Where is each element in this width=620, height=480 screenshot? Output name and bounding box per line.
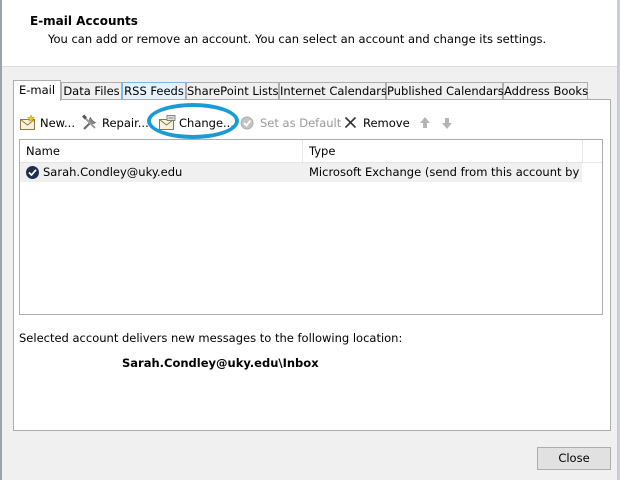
new-button-label: New... <box>40 116 75 130</box>
dialog-description: You can add or remove an account. You ca… <box>48 32 547 46</box>
move-up-button[interactable] <box>416 112 437 134</box>
repair-button-label: Repair... <box>102 116 149 130</box>
check-circle-icon <box>239 114 257 132</box>
tab-published-calendars[interactable]: Published Calendars <box>386 82 504 100</box>
repair-button[interactable]: Repair... <box>81 112 149 134</box>
change-account-icon <box>158 114 176 132</box>
remove-button-label: Remove <box>363 116 410 130</box>
arrow-down-icon <box>438 114 456 132</box>
tab-data-files[interactable]: Data Files <box>61 82 122 100</box>
tab-rss-feeds[interactable]: RSS Feeds <box>122 82 186 100</box>
set-as-default-label: Set as Default <box>260 116 342 130</box>
remove-button[interactable]: Remove <box>342 112 410 134</box>
column-header-type[interactable]: Type <box>303 140 584 162</box>
account-row[interactable]: Sarah.Condley@uky.edu Microsoft Exchange… <box>20 163 582 182</box>
change-button[interactable]: Change... <box>158 112 234 134</box>
column-header-name[interactable]: Name <box>20 140 302 162</box>
dialog-title: E-mail Accounts <box>30 14 138 28</box>
x-remove-icon <box>342 114 360 132</box>
dialog-header: E-mail Accounts You can add or remove an… <box>2 0 617 67</box>
move-down-button[interactable] <box>438 112 459 134</box>
default-account-check-icon <box>25 165 40 180</box>
window-frame-left <box>0 0 2 480</box>
new-account-envelope-icon <box>19 114 37 132</box>
new-button[interactable]: New... <box>19 112 75 134</box>
column-separator <box>582 140 583 162</box>
repair-tools-icon <box>81 114 99 132</box>
change-button-label: Change... <box>179 116 234 130</box>
tab-sharepoint-lists[interactable]: SharePoint Lists <box>186 82 279 100</box>
tab-internet-calendars[interactable]: Internet Calendars <box>279 82 387 100</box>
tab-address-books[interactable]: Address Books <box>503 82 588 100</box>
arrow-up-icon <box>416 114 434 132</box>
set-as-default-button[interactable]: Set as Default <box>239 112 341 134</box>
email-tab-panel: New... Repair... Change... Set as Defaul… <box>13 99 611 431</box>
account-list[interactable]: Name Type Sarah.Condley@uky.edu Microsof… <box>19 139 603 315</box>
close-button[interactable]: Close <box>537 447 611 470</box>
tab-email[interactable]: E-mail <box>13 80 61 101</box>
account-name: Sarah.Condley@uky.edu <box>43 165 183 179</box>
delivery-location-label: Selected account delivers new messages t… <box>19 331 403 345</box>
account-type: Microsoft Exchange (send from this accou… <box>309 165 581 179</box>
delivery-location-path: Sarah.Condley@uky.edu\Inbox <box>122 356 319 370</box>
list-header: Name Type <box>20 140 602 163</box>
